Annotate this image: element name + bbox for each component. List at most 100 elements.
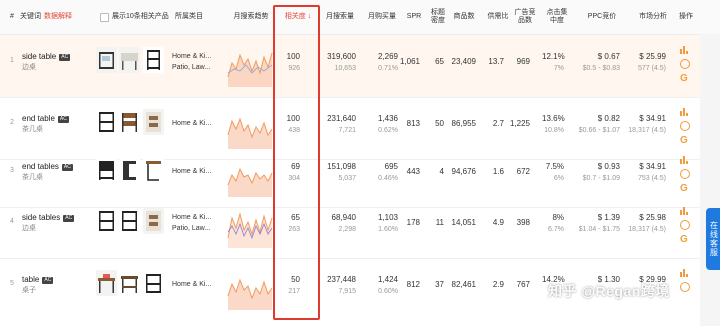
header-keyword[interactable]: 关键词 数据解释 <box>20 0 74 34</box>
product-count-value: 82,461 <box>451 280 476 289</box>
header-title-density[interactable]: 标题密度 <box>428 0 448 34</box>
category-primary[interactable]: Home & Ki... <box>172 280 211 289</box>
keyword-translation: 茶几桌 <box>22 174 43 181</box>
purchase-volume: 2,269 <box>377 52 398 61</box>
ppc-range: $0.5 - $0.83 <box>582 65 620 72</box>
ac-badge: AC <box>59 54 71 61</box>
table-row: 1 side table AC 边桌 Home & Ki... Patio, La… <box>0 35 700 98</box>
search-volume-sub: 2,298 <box>338 226 356 233</box>
header-monthly-purchase[interactable]: 月购买量 <box>366 0 398 34</box>
chart-icon[interactable] <box>680 205 690 215</box>
purchase-rate: 0.71% <box>378 65 398 72</box>
online-support-label: 在线客服 <box>709 221 719 257</box>
product-thumbnail[interactable] <box>143 157 164 183</box>
keyword-translation: 桌子 <box>22 287 36 294</box>
chart-icon[interactable] <box>680 267 690 277</box>
supply-ratio-value: 2.9 <box>492 280 504 289</box>
product-thumbnail[interactable] <box>143 109 164 135</box>
compare-icon[interactable] <box>680 59 690 69</box>
market-reviews: 577 (4.5) <box>637 65 666 72</box>
product-thumbnail[interactable] <box>143 47 164 73</box>
table-row: 4 side tables AC 边桌 Home & Ki... Patio, L… <box>0 196 700 259</box>
header-actions: 操作 <box>679 13 693 20</box>
header-click-concentration[interactable]: 点击集中度 <box>546 0 568 34</box>
keyword-text[interactable]: side tables <box>22 213 60 222</box>
chart-icon[interactable] <box>680 154 690 164</box>
keyword-link[interactable]: side tables AC <box>22 213 75 222</box>
product-thumbnail[interactable] <box>96 270 117 296</box>
chart-icon[interactable] <box>680 44 690 54</box>
keyword-link[interactable]: end tables AC <box>22 162 73 171</box>
keyword-link[interactable]: side table AC <box>22 52 71 61</box>
header-product-count[interactable]: 商品数 <box>448 0 480 34</box>
keyword-text[interactable]: side table <box>22 52 56 61</box>
header-spr[interactable]: SPR <box>404 0 424 34</box>
category-primary[interactable]: Home & Ki... <box>172 52 211 61</box>
keyword-text[interactable]: table <box>22 275 39 284</box>
category-primary[interactable]: Home & Ki... <box>172 167 211 176</box>
product-thumbnail[interactable] <box>119 208 140 234</box>
click-concentration-sub: 6.7% <box>548 226 564 233</box>
compare-icon[interactable] <box>680 220 690 230</box>
purchase-volume: 1,424 <box>377 275 398 284</box>
keyword-text[interactable]: end table <box>22 114 55 123</box>
category-primary[interactable]: Home & Ki... <box>172 213 211 222</box>
trend-sparkline[interactable] <box>226 43 274 87</box>
product-thumbnail[interactable] <box>119 270 140 296</box>
header-market[interactable]: 市场分析 <box>636 0 670 34</box>
row-index: 3 <box>10 167 14 174</box>
compare-icon[interactable] <box>680 282 690 292</box>
supply-ratio-value: 13.7 <box>488 57 504 66</box>
category-primary[interactable]: Home & Ki... <box>172 119 211 128</box>
supply-ratio-value: 2.7 <box>492 119 504 128</box>
ac-badge: AC <box>42 277 54 284</box>
data-explain-link[interactable]: 数据解释 <box>44 13 72 21</box>
trend-sparkline[interactable] <box>226 204 274 248</box>
keyword-link[interactable]: table AC <box>22 275 54 284</box>
product-thumbnail[interactable] <box>96 157 117 183</box>
compare-icon[interactable] <box>680 121 690 131</box>
trend-sparkline[interactable] <box>226 105 274 149</box>
compare-icon[interactable] <box>680 169 690 179</box>
relevance-sub: 438 <box>288 127 300 134</box>
header-supply-ratio[interactable]: 供需比 <box>484 0 512 34</box>
header-monthly-trend[interactable]: 月搜索趋势 <box>230 0 272 34</box>
category-secondary[interactable]: Patio, Law... <box>172 63 210 72</box>
chart-icon[interactable] <box>680 106 690 116</box>
trend-sparkline[interactable] <box>226 266 274 310</box>
show-products-toggle[interactable]: 展示10条相关产品 <box>100 0 170 34</box>
product-thumbnail[interactable] <box>96 47 117 73</box>
show-products-checkbox[interactable] <box>100 12 109 22</box>
header-relevance-label: 相关度 <box>284 13 306 20</box>
product-thumbnail[interactable] <box>119 47 140 73</box>
category-secondary[interactable]: Patio, Law... <box>172 224 210 233</box>
product-thumbnail[interactable] <box>96 109 117 135</box>
google-icon[interactable]: G <box>680 235 690 245</box>
ppc-value: $ 0.67 <box>597 52 620 61</box>
market-reviews: 18,317 (4.5) <box>628 127 666 134</box>
product-thumbnail[interactable] <box>119 109 140 135</box>
ac-badge: AC <box>61 164 73 171</box>
title-density-value: 65 <box>435 57 444 66</box>
header-index: # <box>10 13 14 20</box>
header-monthly-search[interactable]: 月搜索量 <box>324 0 356 34</box>
ad-products-value: 1,225 <box>509 119 530 128</box>
keyword-link[interactable]: end table AC <box>22 114 69 123</box>
online-support-tab[interactable]: 在线客服 <box>706 208 720 270</box>
google-icon[interactable]: G <box>680 74 690 84</box>
product-thumbnail[interactable] <box>143 208 164 234</box>
keyword-text[interactable]: end tables <box>22 162 59 171</box>
google-icon[interactable]: G <box>680 184 690 194</box>
header-relevance[interactable]: 相关度 ↓ <box>276 0 320 34</box>
header-category[interactable]: 所属类目 <box>172 0 206 34</box>
scrollbar-track[interactable] <box>700 34 720 326</box>
search-volume-sub: 5,037 <box>338 175 356 182</box>
purchase-rate: 0.46% <box>378 175 398 182</box>
header-ad-products[interactable]: 广告竞品数 <box>514 0 536 34</box>
product-thumbnail[interactable] <box>119 157 140 183</box>
header-ppc[interactable]: PPC竞价 <box>584 0 620 34</box>
trend-sparkline[interactable] <box>226 153 274 197</box>
product-thumbnail[interactable] <box>143 270 164 296</box>
product-thumbnail[interactable] <box>96 208 117 234</box>
ppc-range: $1.04 - $1.75 <box>578 226 620 233</box>
